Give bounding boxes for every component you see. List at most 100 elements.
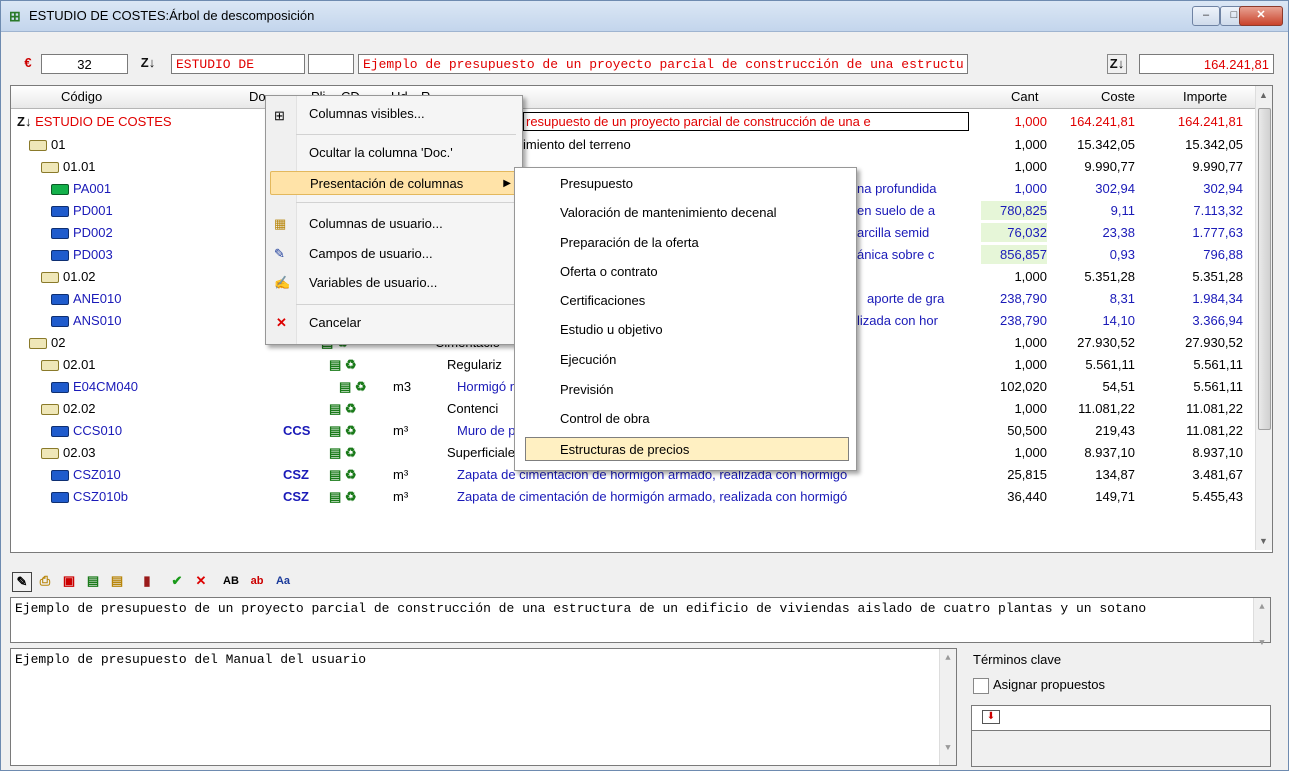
table-row[interactable]: CSZ010b CSZ ▤ ♻ m³ Zapata de cimentación… <box>11 486 1256 508</box>
row-cant: 102,020 <box>1000 379 1047 394</box>
menu-item-hide-doc[interactable]: Ocultar la columna 'Doc.' <box>266 141 522 165</box>
submenu-item-control-obra[interactable]: Control de obra <box>515 407 856 431</box>
assign-proposed-checkbox[interactable] <box>973 678 989 694</box>
notes-scrollbar[interactable]: ▲ ▼ <box>939 649 956 765</box>
unit-price-icon <box>51 470 69 482</box>
col-cant[interactable]: Cant <box>1011 89 1038 104</box>
folder-icon <box>29 338 47 350</box>
submenu-item-oferta-contrato[interactable]: Oferta o contrato <box>515 260 856 284</box>
menu-item-user-variables[interactable]: ✍ Variables de usuario... <box>266 271 522 295</box>
submenu-item-ejecucion[interactable]: Ejecución <box>515 348 856 372</box>
lowercase-icon[interactable]: ab <box>248 572 266 590</box>
folder-icon <box>29 140 47 152</box>
row-importe: 796,88 <box>1203 247 1243 262</box>
row-cant: 1,000 <box>1014 159 1047 174</box>
reject-x-icon[interactable]: ✕ <box>192 572 210 590</box>
total-amount-field[interactable]: 164.241,81 <box>1139 54 1274 74</box>
bottom-toolbar: ✎ ⎙ ▣ ▤ ▤ ▮ ✔ ✕ AB ab Aa <box>10 568 1271 594</box>
book-icon[interactable]: ▮ <box>138 572 156 590</box>
grid-scrollbar[interactable]: ▲ ▼ <box>1255 86 1272 550</box>
unit-field[interactable] <box>308 54 354 74</box>
description-scrollbar[interactable]: ▲ ▼ <box>1253 598 1270 648</box>
submenu-item-certificaciones[interactable]: Certificaciones <box>515 289 856 313</box>
col-coste[interactable]: Coste <box>1101 89 1135 104</box>
title-bar[interactable]: ⊞ ESTUDIO DE COSTES:Árbol de descomposic… <box>1 1 1288 32</box>
row-cant: 50,500 <box>1007 423 1047 438</box>
description-text[interactable]: Ejemplo de presupuesto de un proyecto pa… <box>10 597 1271 648</box>
col-codigo[interactable]: Código <box>61 89 102 104</box>
row-cant: 238,790 <box>1000 313 1047 328</box>
sort-az-icon-2[interactable]: Z↓ <box>1107 54 1127 74</box>
row-cant: 780,825 <box>981 201 1047 220</box>
summary-field[interactable]: Ejemplo de presupuesto de un proyecto pa… <box>358 54 968 74</box>
menu-item-user-columns[interactable]: ▦ Columnas de usuario... <box>266 212 522 236</box>
close-button[interactable]: ✕ <box>1239 6 1283 26</box>
row-cant: 1,000 <box>1014 137 1047 152</box>
submenu-item-estructuras-precios[interactable]: Estructuras de precios <box>525 437 849 461</box>
submenu-item-preparacion-oferta[interactable]: Preparación de la oferta <box>515 231 856 255</box>
submenu-item-mantenimiento[interactable]: Valoración de mantenimiento decenal <box>515 201 856 225</box>
accept-check-icon[interactable]: ✔ <box>168 572 186 590</box>
notes-text[interactable]: Ejemplo de presupuesto del Manual del us… <box>10 648 957 766</box>
menu-separator <box>296 134 516 135</box>
folder-icon <box>41 404 59 416</box>
row-cant: 1,000 <box>1014 445 1047 460</box>
submenu-item-prevision[interactable]: Previsión <box>515 378 856 402</box>
scroll-thumb[interactable] <box>1258 108 1271 430</box>
row-code: CSZ010 <box>73 467 121 482</box>
concept-count-field[interactable]: 32 <box>41 54 128 74</box>
document-green-icon: ▤ ♻ <box>329 357 357 372</box>
unit-price-icon <box>51 294 69 306</box>
keyword-add-icon[interactable]: ⬇ <box>982 710 1000 724</box>
table-row[interactable]: 01 imiento del terreno 1,000 15.342,05 1… <box>11 134 1256 156</box>
sort-az-icon[interactable]: Z↓ <box>139 54 157 72</box>
row-cant: 1,000 <box>1014 114 1047 129</box>
row-summary[interactable]: resupuesto de un proyecto parcial de con… <box>523 112 969 131</box>
unit-price-icon <box>51 206 69 218</box>
row-code: 02.01 <box>63 357 96 372</box>
menu-item-visible-columns[interactable]: ⊞ Columnas visibles... <box>266 102 522 126</box>
unit-price-icon <box>51 492 69 504</box>
col-doc[interactable]: Do <box>249 89 266 104</box>
row-coste: 5.351,28 <box>1084 269 1135 284</box>
menu-item-cancel[interactable]: ✕ Cancelar <box>266 311 522 335</box>
minimize-button[interactable]: – <box>1192 6 1220 26</box>
row-coste: 5.561,11 <box>1085 357 1135 372</box>
row-code: 01 <box>51 137 66 152</box>
row-importe: 3.366,94 <box>1192 313 1243 328</box>
open-document-icon[interactable]: ⎙ <box>36 572 54 590</box>
row-code: ANS010 <box>73 313 122 328</box>
keywords-list[interactable]: ⬇ <box>971 705 1271 767</box>
code-field[interactable]: ESTUDIO DE <box>171 54 305 74</box>
euro-badge-icon[interactable]: € <box>19 54 37 72</box>
row-coste: 23,38 <box>1102 225 1135 240</box>
scroll-down-icon[interactable]: ▼ <box>1259 536 1268 546</box>
edit-text-icon[interactable]: ✎ <box>12 572 32 592</box>
row-importe: 5.561,11 <box>1193 379 1243 394</box>
submenu-item-estudio-objetivo[interactable]: Estudio u objetivo <box>515 318 856 342</box>
row-importe: 9.990,77 <box>1192 159 1243 174</box>
row-importe: 5.561,11 <box>1193 357 1243 372</box>
row-importe: 1.777,63 <box>1192 225 1243 240</box>
row-code: 02.02 <box>63 401 96 416</box>
row-importe: 27.930,52 <box>1185 335 1243 350</box>
scroll-up-icon[interactable]: ▲ <box>1259 90 1268 100</box>
col-importe[interactable]: Importe <box>1183 89 1227 104</box>
save-icon[interactable]: ▣ <box>60 572 78 590</box>
row-unit: m³ <box>393 423 409 438</box>
menu-item-column-presentation[interactable]: Presentación de columnas ▶ <box>270 171 518 195</box>
partida-icon <box>51 184 69 196</box>
green-document-icon[interactable]: ▤ <box>84 572 102 590</box>
row-code: 01.01 <box>63 159 96 174</box>
case-toggle-icon[interactable]: Aa <box>274 572 292 590</box>
table-row[interactable]: Z↓ ESTUDIO DE COSTES resupuesto de un pr… <box>11 111 1256 133</box>
menu-item-user-fields[interactable]: ✎ Campos de usuario... <box>266 242 522 266</box>
row-cant: 1,000 <box>1014 335 1047 350</box>
row-code: 01.02 <box>63 269 96 284</box>
submenu-item-presupuesto[interactable]: Presupuesto <box>515 172 856 196</box>
keywords-input-row[interactable]: ⬇ <box>972 706 1270 731</box>
yellow-document-icon[interactable]: ▤ <box>108 572 126 590</box>
uppercase-icon[interactable]: AB <box>222 572 240 590</box>
row-unit: m³ <box>393 467 409 482</box>
row-importe: 8.937,10 <box>1192 445 1243 460</box>
